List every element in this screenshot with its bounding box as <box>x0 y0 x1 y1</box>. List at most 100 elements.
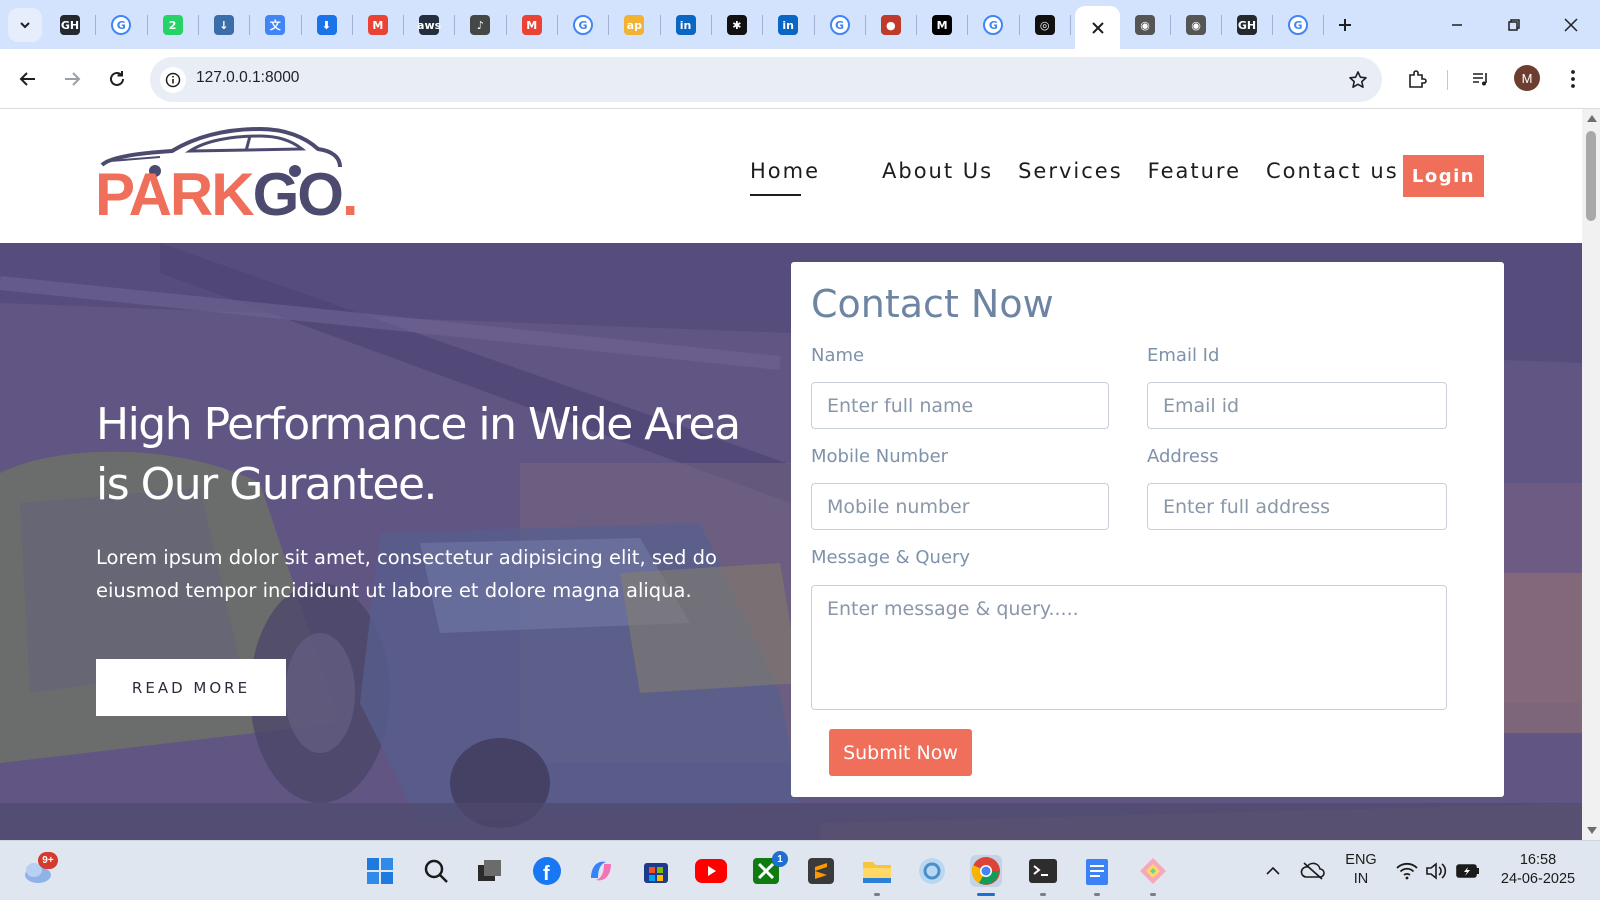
close-window-button[interactable] <box>1554 10 1588 40</box>
chevron-up-icon[interactable] <box>1257 855 1289 887</box>
notepad-running-indicator <box>1094 893 1100 896</box>
battery-charging-icon[interactable] <box>1452 855 1484 887</box>
logo-wordmark: PARKGO. <box>95 161 359 228</box>
task-view-icon[interactable] <box>474 855 506 887</box>
email-input[interactable] <box>1147 382 1447 429</box>
new-tab-button[interactable] <box>1330 10 1360 40</box>
browser-tab[interactable]: M <box>507 8 557 42</box>
reload-button[interactable] <box>102 64 132 94</box>
puzzle-icon <box>1409 70 1427 88</box>
terminal-running-indicator <box>1040 893 1046 896</box>
browser-tab[interactable]: aws <box>404 8 454 42</box>
main-nav: Home About Us Services Feature Contact u… <box>750 159 1424 196</box>
browser-tab[interactable]: GH <box>45 8 95 42</box>
browser-tab[interactable]: ◎ <box>1020 8 1070 42</box>
browser-tab[interactable]: in <box>661 8 711 42</box>
chrome-gray-icon: ◉ <box>1186 15 1206 35</box>
browser-tab[interactable]: M <box>353 8 403 42</box>
browser-tab[interactable]: G <box>558 8 608 42</box>
nav-about-us[interactable]: About Us <box>882 159 993 183</box>
chrome-icon[interactable] <box>970 855 1002 887</box>
browser-tab[interactable]: ♪ <box>455 8 505 42</box>
webpage: PARKGO. Home About Us Services Feature C… <box>0 109 1582 840</box>
scrollbar-thumb[interactable] <box>1586 131 1596 221</box>
search-icon[interactable] <box>420 855 452 887</box>
windows-taskbar: 9+ f 1 ENG IN 16:58 24-06-2025 <box>0 840 1600 900</box>
forward-button[interactable] <box>57 64 87 94</box>
profile-avatar[interactable]: M <box>1514 65 1540 91</box>
toolbar-divider <box>1447 70 1448 90</box>
browser-tab[interactable]: 文 <box>250 8 300 42</box>
close-tab-icon[interactable] <box>1091 21 1105 35</box>
read-more-button[interactable]: READ MORE <box>96 659 286 716</box>
browser-menu-button[interactable] <box>1558 64 1588 94</box>
nav-contact-us[interactable]: Contact us <box>1266 159 1399 183</box>
sublime-text-icon[interactable] <box>805 855 837 887</box>
site-info-icon[interactable] <box>160 67 186 93</box>
back-button[interactable] <box>13 64 43 94</box>
terminal-icon[interactable] <box>1027 855 1059 887</box>
google-icon: G <box>829 15 850 35</box>
browser-tab[interactable]: G <box>96 8 146 42</box>
page-scrollbar[interactable] <box>1582 109 1600 840</box>
contact-form-title: Contact Now <box>811 282 1054 326</box>
microsoft-store-icon[interactable] <box>640 855 672 887</box>
browser-tab[interactable]: GH <box>1222 8 1272 42</box>
volume-icon[interactable] <box>1420 855 1452 887</box>
xbox-icon[interactable]: 1 <box>750 851 788 887</box>
file-explorer-running-indicator <box>874 893 880 896</box>
browser-tab[interactable]: ⬇ <box>302 8 352 42</box>
extensions-button[interactable] <box>1402 64 1432 94</box>
facebook-icon[interactable]: f <box>531 855 563 887</box>
media-control-button[interactable] <box>1466 64 1496 94</box>
file-explorer-icon[interactable] <box>861 855 893 887</box>
login-button[interactable]: Login <box>1403 155 1484 197</box>
url-text[interactable]: 127.0.0.1:8000 <box>196 69 299 87</box>
nav-home[interactable]: Home <box>750 159 820 196</box>
parkgo-logo[interactable]: PARKGO. <box>95 127 365 227</box>
browser-tab[interactable]: ap <box>609 8 659 42</box>
message-textarea[interactable] <box>811 585 1447 710</box>
clock[interactable]: 16:58 24-06-2025 <box>1493 851 1583 888</box>
mobile-input[interactable] <box>811 483 1109 530</box>
youtube-icon[interactable] <box>695 855 727 887</box>
tab-active[interactable] <box>1075 6 1120 49</box>
google-icon: G <box>1288 15 1308 35</box>
nav-services[interactable]: Services <box>1018 159 1123 183</box>
browser-tab[interactable]: ● <box>866 8 916 42</box>
name-input[interactable] <box>811 382 1109 429</box>
bookmark-star-icon[interactable] <box>1346 68 1370 92</box>
browser-tab[interactable]: G <box>815 8 865 42</box>
remote-app-icon[interactable] <box>916 855 948 887</box>
browser-tab[interactable]: G <box>968 8 1018 42</box>
site-navbar: PARKGO. Home About Us Services Feature C… <box>0 109 1582 243</box>
browser-tab[interactable]: in <box>763 8 813 42</box>
download-icon: ⬇ <box>316 15 337 35</box>
browser-tab[interactable]: ↓ <box>199 8 249 42</box>
scroll-up-arrow-icon[interactable] <box>1587 115 1597 122</box>
notepad-icon[interactable] <box>1081 855 1113 887</box>
copilot-icon[interactable] <box>585 855 617 887</box>
gmail-icon: M <box>367 15 388 35</box>
browser-tab[interactable]: 2 <box>148 8 198 42</box>
browser-tab[interactable]: ✱ <box>712 8 762 42</box>
onedrive-cloud-icon[interactable] <box>1297 855 1329 887</box>
restore-button[interactable] <box>1497 10 1531 40</box>
message-label: Message & Query <box>811 547 971 568</box>
browser-tab[interactable]: ◉ <box>1120 8 1170 42</box>
nav-feature[interactable]: Feature <box>1148 159 1241 183</box>
minimize-button[interactable] <box>1440 10 1474 40</box>
address-bar[interactable]: 127.0.0.1:8000 <box>150 57 1382 102</box>
scroll-down-arrow-icon[interactable] <box>1587 827 1597 834</box>
browser-tab[interactable]: G <box>1273 8 1323 42</box>
address-input[interactable] <box>1147 483 1447 530</box>
tab-search-button[interactable] <box>8 8 42 42</box>
aws-icon: aws <box>417 15 441 35</box>
browser-tab[interactable]: M <box>917 8 967 42</box>
start-windows-icon[interactable] <box>364 855 396 887</box>
wifi-icon[interactable] <box>1391 855 1423 887</box>
gitkraken-icon[interactable] <box>1137 855 1169 887</box>
submit-button[interactable]: Submit Now <box>829 729 972 776</box>
language-indicator[interactable]: ENG IN <box>1341 851 1381 888</box>
browser-tab[interactable]: ◉ <box>1171 8 1221 42</box>
